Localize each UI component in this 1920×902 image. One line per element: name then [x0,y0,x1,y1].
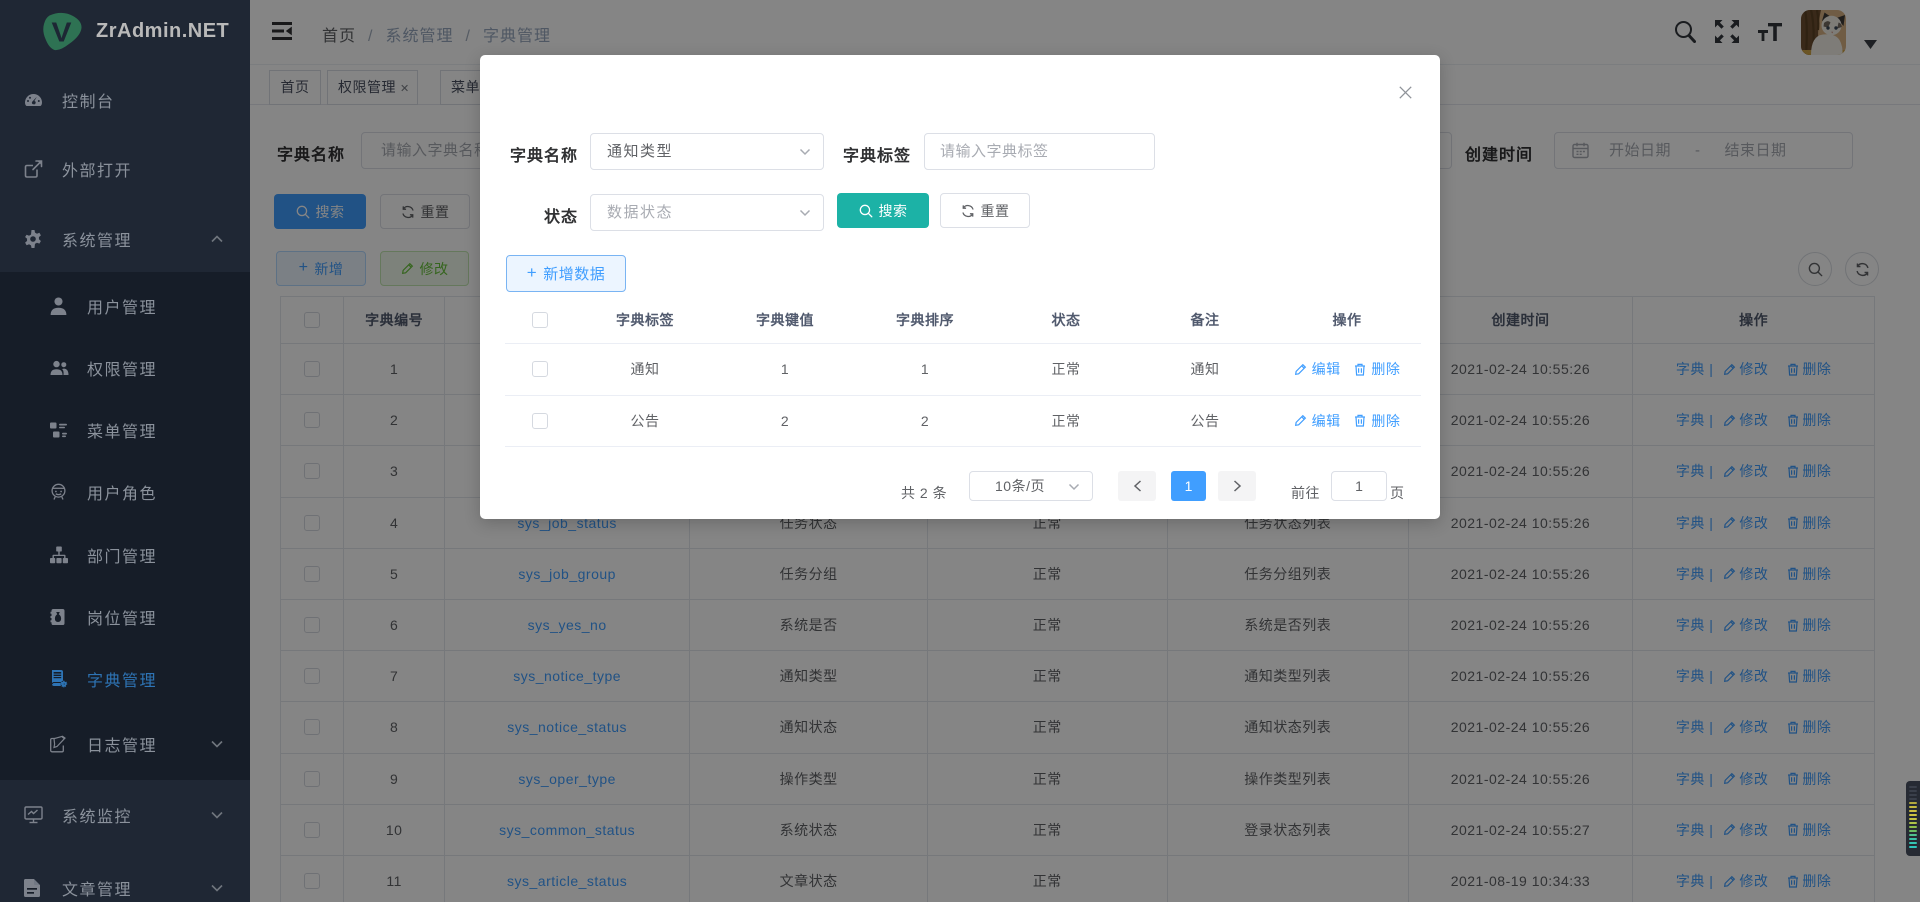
svg-text:V: V [52,18,73,49]
